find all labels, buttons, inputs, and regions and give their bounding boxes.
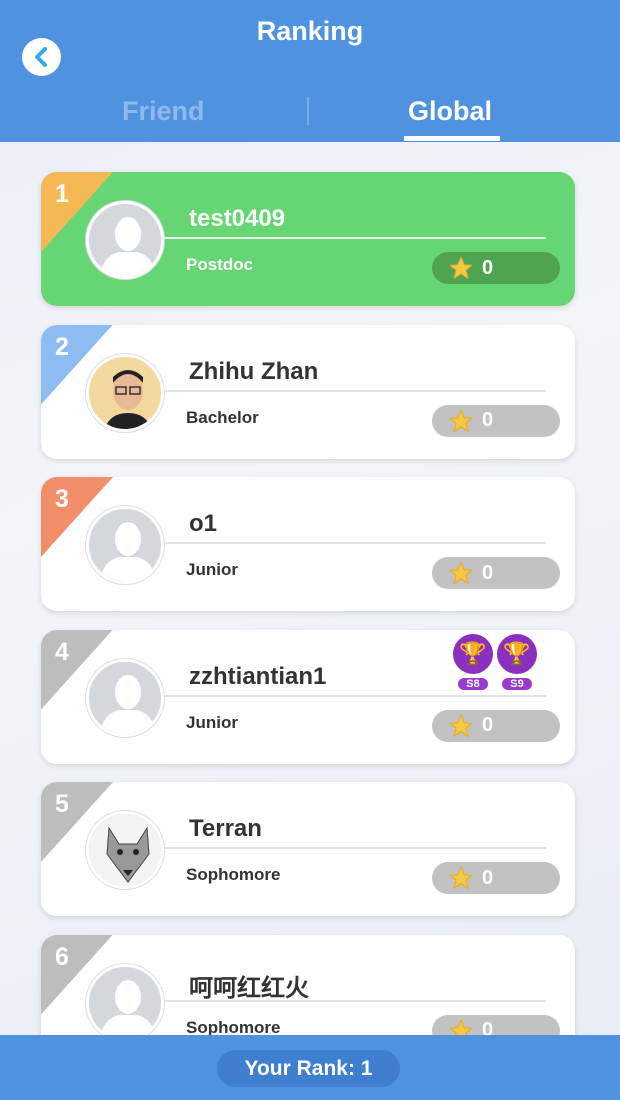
user-name: test0409 [189, 205, 286, 232]
divider [165, 694, 546, 697]
star-icon [449, 256, 473, 279]
divider [165, 999, 546, 1002]
chevron-left-icon [34, 47, 47, 67]
star-icon [449, 1019, 473, 1035]
divider [165, 237, 546, 239]
rank-number: 2 [55, 332, 69, 361]
user-name: o1 [189, 510, 218, 537]
back-button[interactable] [22, 38, 61, 76]
divider [165, 847, 546, 849]
score-value: 0 [482, 866, 494, 889]
rank-number: 4 [55, 637, 69, 666]
star-icon [449, 409, 473, 432]
avatar[interactable] [86, 353, 164, 432]
star-icon [449, 561, 473, 584]
score-value: 0 [482, 256, 494, 279]
rank-row[interactable]: 4 zzhtiantian1 Junior 🏆 S8 🏆 S9 0 [41, 629, 575, 764]
rank-number: 6 [55, 942, 69, 971]
your-rank-badge: Your Rank: 1 [217, 1050, 400, 1087]
season-badges: 🏆 S8 🏆 S9 [453, 633, 537, 692]
user-name: zzhtiantian1 [189, 662, 327, 690]
score-value: 0 [482, 1019, 494, 1035]
trophy-badge: 🏆 S9 [497, 633, 537, 692]
trophy-icon: 🏆 [497, 633, 537, 674]
user-level: Junior [186, 560, 238, 579]
footer: Your Rank: 1 [0, 1035, 620, 1100]
divider [165, 389, 546, 392]
avatar[interactable] [86, 811, 164, 889]
user-name: Terran [189, 815, 262, 842]
avatar[interactable] [86, 506, 164, 584]
rank-row[interactable]: 5 Terran Sophomore 0 [41, 782, 575, 916]
rank-row[interactable]: 2 Zhihu Zhan Bachelor 0 [41, 324, 575, 459]
header: Ranking Friend Global [0, 0, 620, 142]
avatar[interactable] [86, 201, 164, 279]
tab-divider [307, 97, 309, 125]
rank-number: 1 [55, 180, 69, 208]
score-pill: 0 [432, 404, 560, 437]
rank-number: 3 [55, 485, 69, 513]
score-value: 0 [482, 561, 494, 584]
avatar[interactable] [86, 963, 164, 1035]
rank-row[interactable]: 6 呵呵红红火 Sophomore 0 [41, 934, 575, 1036]
page-title: Ranking [256, 16, 364, 46]
rank-number: 5 [55, 790, 69, 818]
user-name: 呵呵红红火 [189, 974, 309, 1002]
user-level: Sophomore [186, 1017, 281, 1036]
rank-row[interactable]: 1 test0409 Postdoc 0 [41, 172, 575, 306]
trophy-badge: 🏆 S8 [453, 633, 493, 692]
badge-label: S9 [502, 677, 532, 690]
user-level: Junior [186, 712, 238, 732]
avatar[interactable] [86, 658, 164, 737]
score-pill: 0 [432, 862, 560, 894]
rank-row[interactable]: 3 o1 Junior 0 [41, 477, 575, 611]
user-level: Bachelor [186, 407, 259, 427]
divider [165, 542, 546, 544]
score-pill: 0 [432, 252, 560, 284]
active-tab-indicator [404, 136, 500, 141]
score-value: 0 [482, 409, 494, 431]
star-icon [449, 714, 473, 737]
score-pill: 0 [432, 557, 560, 589]
user-level: Sophomore [186, 865, 281, 884]
score-pill: 0 [432, 709, 560, 742]
star-icon [449, 866, 473, 889]
score-pill: 0 [432, 1014, 560, 1035]
trophy-icon: 🏆 [453, 633, 493, 674]
user-level: Postdoc [186, 255, 254, 274]
ranking-list[interactable]: 1 test0409 Postdoc 0 2 Zhihu Zhan Bachel… [0, 142, 620, 1035]
user-name: Zhihu Zhan [189, 357, 319, 385]
badge-label: S8 [458, 677, 488, 690]
tab-global[interactable]: Global [408, 96, 492, 127]
tab-friend[interactable]: Friend [122, 96, 205, 127]
score-value: 0 [482, 714, 494, 736]
